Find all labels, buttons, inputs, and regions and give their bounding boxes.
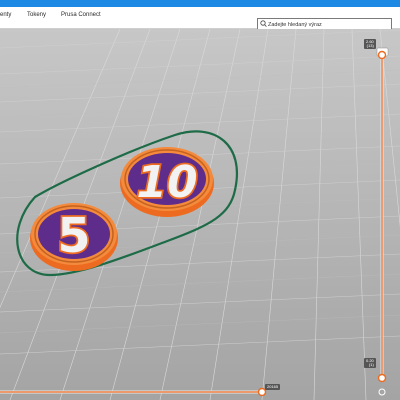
- layer-slider-top-layer: (13): [366, 43, 374, 48]
- move-slider-label: 20165: [265, 384, 281, 390]
- coin-5-model[interactable]: 5: [30, 203, 118, 271]
- menu-item-cut[interactable]: enty: [0, 12, 11, 18]
- menu-item-tokeny[interactable]: Tokeny: [27, 12, 46, 18]
- layer-slider-bottom-layer: (1): [368, 362, 374, 367]
- window-title-bar: [0, 0, 400, 7]
- layer-slider-top-label: 2.60 (13): [364, 39, 376, 49]
- menu-item-prusa-connect[interactable]: Prusa Connect: [61, 12, 101, 18]
- 3d-viewport[interactable]: 5 10: [0, 29, 400, 400]
- coin-10-model[interactable]: 10: [120, 147, 214, 217]
- layer-slider-bottom-thumb[interactable]: [377, 373, 387, 383]
- coin-5-label: 5: [57, 208, 90, 264]
- layer-slider-bottom-label: 0.20 (1): [364, 358, 376, 368]
- search-icon: [260, 20, 267, 27]
- layer-slider-top-thumb[interactable]: [377, 50, 387, 60]
- coin-10-label: 10: [136, 157, 197, 208]
- menu-bar: enty Tokeny Prusa Connect: [0, 7, 400, 31]
